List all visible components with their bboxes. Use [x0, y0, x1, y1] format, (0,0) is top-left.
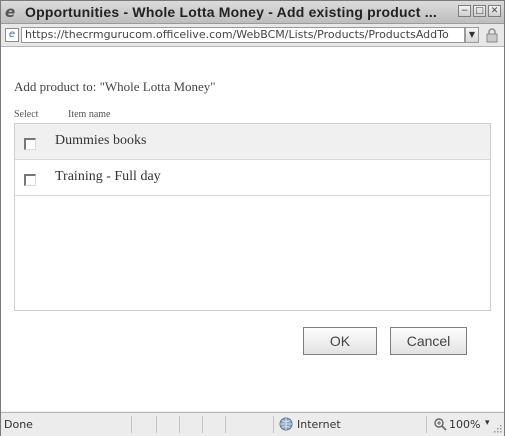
- maximize-button[interactable]: □: [473, 5, 486, 17]
- zoom-level[interactable]: 100%: [449, 418, 480, 431]
- dialog-content: Add product to: "Whole Lotta Money" Sele…: [1, 47, 504, 411]
- resize-grip-icon[interactable]: [494, 425, 502, 433]
- select-checkbox[interactable]: [24, 138, 36, 150]
- list-item[interactable]: Training - Full day: [15, 160, 490, 196]
- ok-button[interactable]: OK: [303, 327, 377, 355]
- add-product-label: Add product to: "Whole Lotta Money": [14, 79, 216, 94]
- status-divider: [202, 416, 203, 433]
- cancel-button[interactable]: Cancel: [390, 327, 467, 355]
- window-title: Opportunities - Whole Lotta Money - Add …: [25, 4, 438, 20]
- minimize-button[interactable]: −: [458, 5, 471, 17]
- list-item[interactable]: Dummies books: [15, 124, 490, 160]
- url-dropdown-button[interactable]: ▼: [465, 27, 479, 43]
- status-divider: [179, 416, 180, 433]
- status-divider: [131, 416, 132, 433]
- select-checkbox[interactable]: [24, 174, 36, 186]
- status-text: Done: [4, 418, 33, 431]
- item-name: Training - Full day: [55, 169, 161, 184]
- magnifier-icon[interactable]: [433, 417, 447, 431]
- address-bar: e https://thecrmgurucom.officelive.com/W…: [1, 24, 504, 47]
- column-header-item-name: Item name: [68, 109, 111, 120]
- ie-logo-icon: e: [5, 3, 16, 21]
- page-icon: e: [5, 28, 19, 42]
- security-zone[interactable]: Internet: [297, 418, 341, 431]
- status-bar: Done Internet 100% ▾: [1, 412, 504, 436]
- zoom-dropdown-button[interactable]: ▾: [485, 418, 490, 428]
- url-field[interactable]: https://thecrmgurucom.officelive.com/Web…: [21, 27, 465, 43]
- item-name: Dummies books: [55, 133, 147, 148]
- title-bar[interactable]: e Opportunities - Whole Lotta Money - Ad…: [1, 1, 504, 24]
- status-divider: [225, 416, 226, 433]
- browser-window: e Opportunities - Whole Lotta Money - Ad…: [0, 0, 505, 436]
- lock-icon[interactable]: [485, 27, 499, 43]
- status-divider: [273, 416, 274, 433]
- close-button[interactable]: ✕: [488, 5, 501, 17]
- column-header-select: Select: [14, 109, 39, 120]
- status-divider: [426, 416, 427, 433]
- status-divider: [156, 416, 157, 433]
- product-list: Dummies books Training - Full day: [14, 123, 491, 311]
- globe-icon[interactable]: [279, 417, 293, 431]
